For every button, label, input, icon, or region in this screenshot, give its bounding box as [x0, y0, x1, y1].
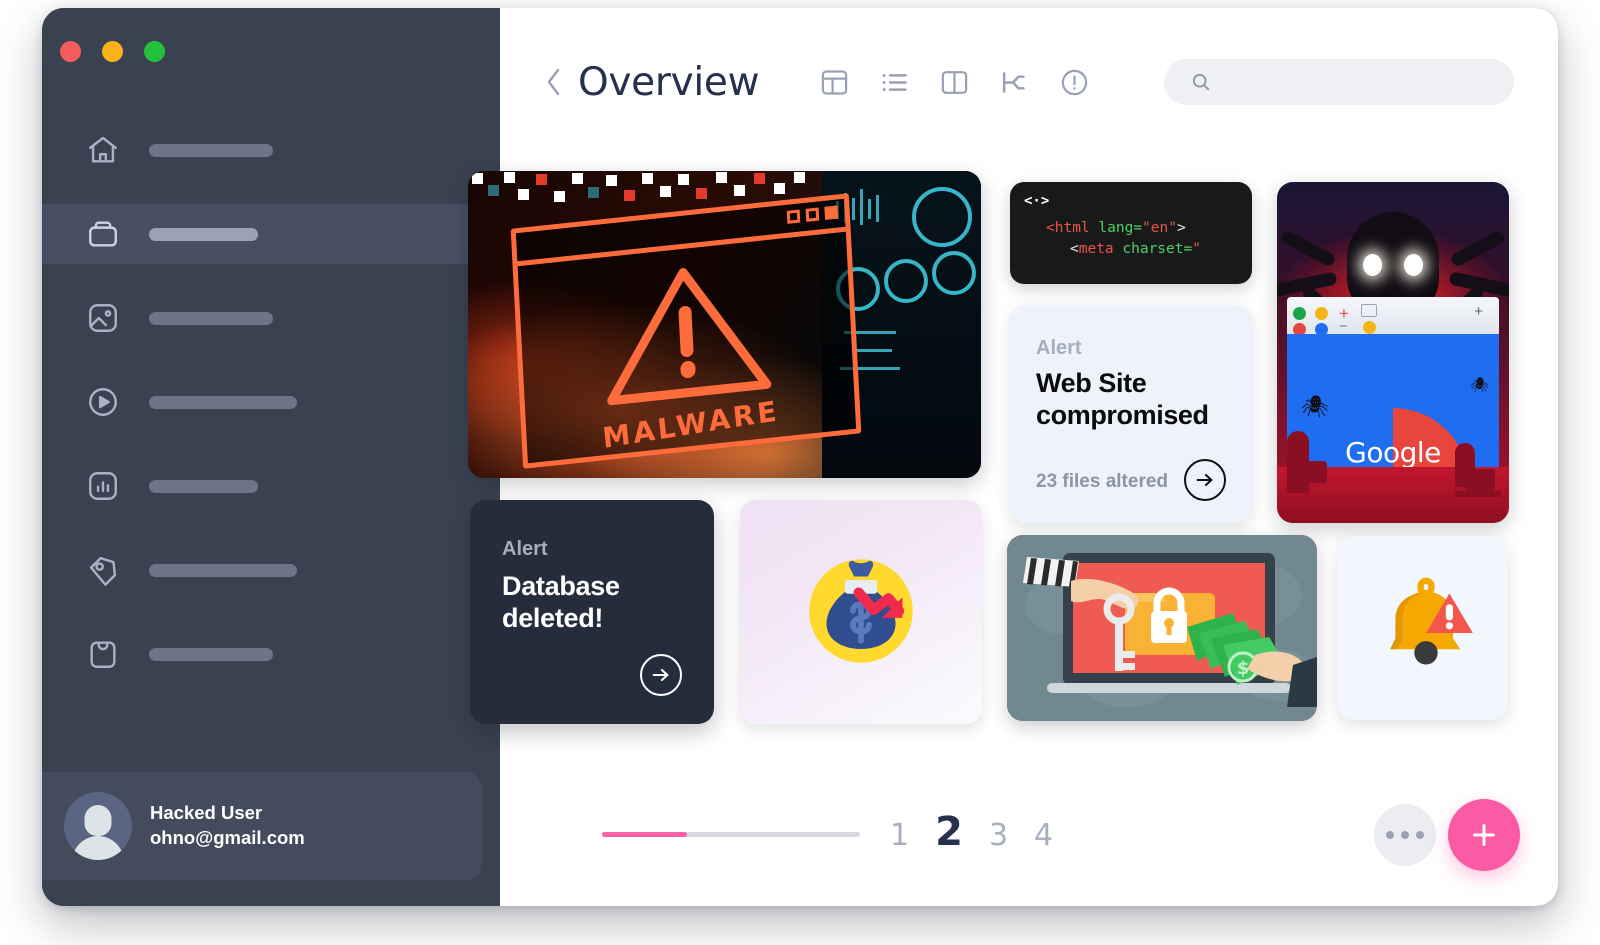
tag-icon [80, 547, 126, 593]
ellipsis-icon [1401, 831, 1409, 839]
list-view-icon[interactable] [879, 67, 910, 98]
sidebar-item-store[interactable] [42, 624, 502, 684]
flow-view-icon[interactable] [999, 67, 1030, 98]
sidebar-item-label [149, 563, 297, 577]
ransomware-illustration: $ [1007, 535, 1317, 721]
code-value-2: " [1192, 241, 1201, 257]
browser-chrome-bar: + − + [1287, 297, 1499, 337]
user-name: Hacked User [150, 802, 263, 824]
brand-text: Google [1345, 436, 1441, 469]
bar-chart-icon [80, 463, 126, 509]
ellipsis-icon [1416, 831, 1424, 839]
page-1-button[interactable]: 1 [890, 818, 909, 853]
code-snippet-card[interactable]: <·> <html lang="en"> <meta charset=" [1010, 182, 1252, 284]
plus-icon [1468, 819, 1500, 851]
user-email: ohno@gmail.com [150, 827, 305, 848]
page-3-button[interactable]: 3 [989, 818, 1008, 853]
sidebar-item-tags[interactable] [42, 540, 502, 600]
home-icon [80, 127, 126, 173]
sidebar-item-label [149, 227, 258, 241]
code-attr: lang= [1089, 220, 1143, 236]
code-attr-2: charset= [1113, 241, 1193, 257]
code-tag-close: > [1176, 220, 1186, 236]
footer: 1 2 3 4 [500, 756, 1558, 906]
columns-view-icon[interactable] [939, 67, 970, 98]
ellipsis-icon [1386, 831, 1394, 839]
alert-bell-card[interactable] [1338, 536, 1508, 720]
arrow-right-circle-icon[interactable] [640, 654, 682, 696]
table-view-icon[interactable] [819, 67, 850, 98]
shopping-bag-icon [80, 631, 126, 677]
code-tag-open-2: meta [1078, 241, 1114, 257]
sidebar-item-home[interactable] [42, 120, 502, 180]
bell-alert-icon [1390, 577, 1473, 665]
sidebar: Hacked User ohno@gmail.com [42, 8, 502, 906]
alert-title: Web Site compromised [1036, 368, 1209, 430]
close-button[interactable] [60, 41, 81, 62]
sidebar-nav [42, 120, 502, 708]
more-options-button[interactable] [1374, 804, 1436, 866]
header: Overview [500, 8, 1558, 156]
pagination: 1 2 3 4 [890, 809, 1053, 855]
spider-browser-card[interactable]: + − + 🕷 🕷 🕷 Google [1277, 182, 1509, 523]
malware-warning-window: MALWARE [510, 193, 862, 469]
malware-photo-card[interactable]: MALWARE [468, 171, 981, 478]
code-tag-open: <html [1046, 220, 1090, 236]
code-brackets-icon: <·> [1024, 193, 1050, 209]
sidebar-item-analytics[interactable] [42, 456, 502, 516]
minimize-button[interactable] [102, 41, 123, 62]
sidebar-item-label [149, 395, 297, 409]
page-4-button[interactable]: 4 [1034, 818, 1053, 853]
alert-kicker: Alert [502, 538, 548, 560]
avatar [64, 792, 132, 860]
sidebar-item-label [149, 311, 273, 325]
briefcase-icon [80, 211, 126, 257]
back-button[interactable] [542, 65, 566, 99]
code-value: "en" [1142, 220, 1177, 236]
sidebar-item-images[interactable] [42, 288, 502, 348]
alert-title: Database deleted! [502, 571, 620, 633]
sidebar-item-briefcase[interactable] [42, 204, 502, 264]
sidebar-item-videos[interactable] [42, 372, 502, 432]
money-bag-icon [809, 559, 913, 663]
app-window: Hacked User ohno@gmail.com Overview MALW… [42, 8, 1558, 906]
website-compromised-alert-card[interactable]: Alert Web Site compromised 23 files alte… [1010, 305, 1252, 523]
search-bar[interactable] [1164, 59, 1514, 105]
alert-circle-icon[interactable] [1059, 67, 1090, 98]
search-icon [1190, 71, 1212, 93]
image-icon [80, 295, 126, 341]
add-button[interactable] [1448, 799, 1520, 871]
database-deleted-alert-card[interactable]: Alert Database deleted! [470, 500, 714, 724]
window-controls [60, 41, 165, 62]
search-input[interactable] [1224, 73, 1474, 91]
view-toolbar [819, 67, 1090, 98]
sidebar-item-label [149, 479, 258, 493]
sidebar-item-label [149, 647, 273, 661]
ransomware-card[interactable]: $ [1007, 535, 1317, 721]
alert-subtitle: 23 files altered [1036, 471, 1169, 492]
zoom-button[interactable] [144, 41, 165, 62]
arrow-right-circle-icon[interactable] [1184, 459, 1226, 501]
page-title: Overview [578, 59, 760, 105]
sidebar-item-label [149, 143, 273, 157]
progress-fill [602, 832, 688, 837]
play-circle-icon [80, 379, 126, 425]
progress-track[interactable] [602, 832, 860, 837]
alert-kicker: Alert [1036, 337, 1082, 359]
money-loss-card[interactable] [740, 500, 982, 724]
user-profile-card[interactable]: Hacked User ohno@gmail.com [42, 772, 482, 880]
warning-triangle-icon [593, 249, 780, 423]
page-2-button[interactable]: 2 [935, 809, 963, 855]
